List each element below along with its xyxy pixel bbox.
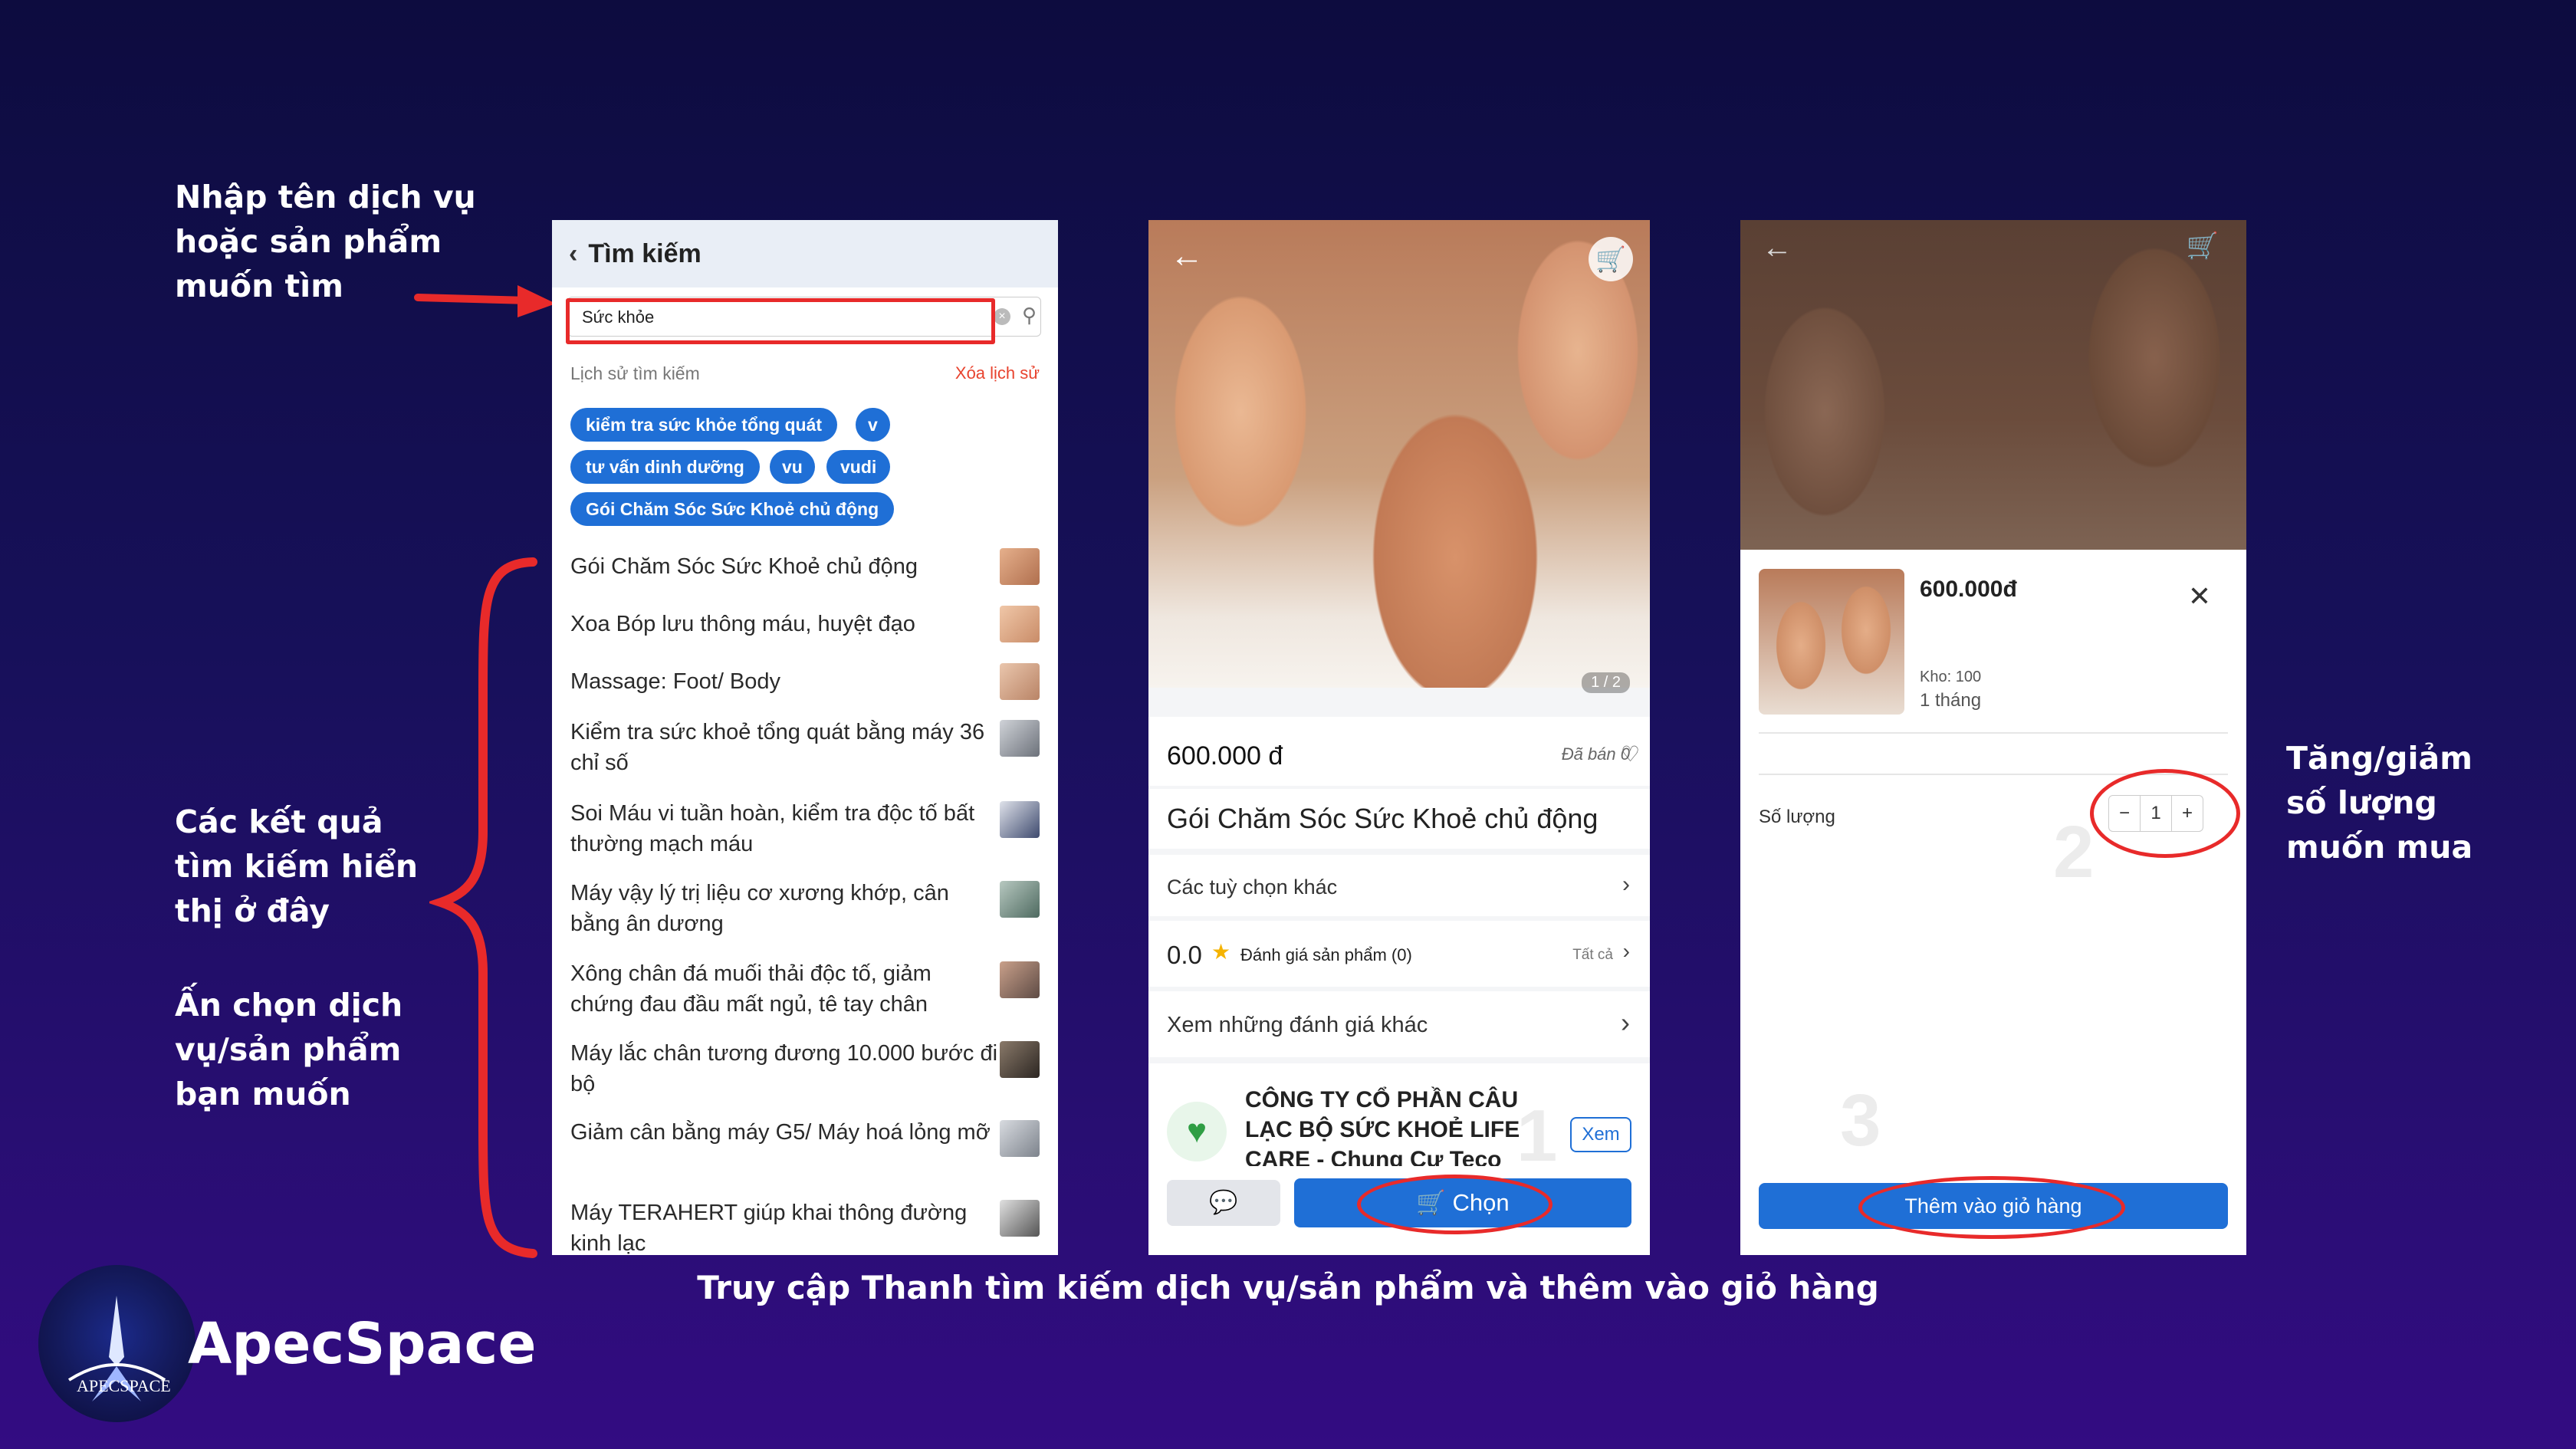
quantity-label: Số lượng (1759, 807, 1835, 827)
chevron-right-icon: › (1621, 1007, 1630, 1038)
result-item[interactable]: Xoa Bóp lưu thông máu, huyệt đạo (570, 609, 1000, 639)
dimmed-product-image (1740, 220, 2246, 550)
result-item[interactable]: Gói Chăm Sóc Sức Khoẻ chủ động (570, 551, 1000, 582)
heart-icon[interactable]: ♡ (1621, 741, 1650, 767)
rating-label: Đánh giá sản phẩm (0) (1240, 945, 1412, 964)
shop-logo-icon: ♥ (1167, 1102, 1227, 1162)
step-number: 3 (1840, 1079, 1881, 1162)
result-item[interactable]: Máy lắc chân tương đương 10.000 bước đi … (570, 1038, 1000, 1099)
view-shop-button[interactable]: Xem (1570, 1117, 1631, 1152)
history-chip[interactable]: tư vấn dinh dưỡng (570, 450, 760, 484)
search-screen: ‹ Tìm kiếm Sức khỏe × ⚲ Lịch sử tìm kiếm… (552, 220, 1058, 1255)
result-item[interactable]: Giảm cân bằng máy G5/ Máy hoá lỏng mỡ (570, 1117, 1000, 1148)
result-item[interactable]: Massage: Foot/ Body (570, 666, 1000, 697)
cart-icon[interactable]: 🛒 (2187, 231, 2219, 261)
history-chip[interactable]: kiểm tra sức khỏe tổng quát (570, 408, 838, 442)
brace-icon (429, 557, 537, 1258)
product-image (1148, 220, 1650, 688)
result-thumbnail (1000, 961, 1040, 998)
result-item[interactable]: Máy TERAHERT giúp khai thông đường kinh … (570, 1198, 1000, 1255)
chevron-right-icon: › (1622, 939, 1630, 963)
search-header: ‹ Tìm kiếm (552, 220, 1058, 288)
result-thumbnail (1000, 1200, 1040, 1237)
cart-icon[interactable]: 🛒 (1589, 237, 1633, 281)
result-item[interactable]: Kiểm tra sức khoẻ tổng quát bằng máy 36 … (570, 717, 1000, 778)
add-to-cart-highlight (1858, 1176, 2125, 1239)
variant-price: 600.000đ (1920, 577, 2017, 602)
product-price: 600.000 đ (1167, 741, 1283, 770)
history-chip[interactable]: vudi (826, 450, 891, 484)
history-chip[interactable]: vu (770, 450, 815, 484)
chat-icon: 💬 (1209, 1190, 1238, 1215)
page-caption: Truy cập Thanh tìm kiếm dịch vụ/sản phẩm… (697, 1269, 1879, 1306)
divider (1759, 732, 2228, 734)
result-thumbnail (1000, 881, 1040, 918)
chat-button[interactable]: 💬 (1167, 1180, 1280, 1226)
result-item[interactable]: Máy vậy lý trị liệu cơ xương khớp, cân b… (570, 878, 1000, 939)
search-highlight (566, 298, 995, 344)
brand-logo-text: APECSPACE (77, 1376, 171, 1395)
step-number: 1 (1516, 1095, 1558, 1177)
clear-input-icon[interactable]: × (994, 308, 1010, 325)
back-arrow-icon[interactable]: ← (1170, 237, 1204, 275)
reviews-label: Xem những đánh giá khác (1167, 1013, 1428, 1037)
annotation-results-hint: Các kết quả tìm kiếm hiển thị ở đây (175, 803, 419, 929)
add-to-cart-screen: ← 🛒 600.000đ ✕ Kho: 100 1 tháng Số lượng… (1740, 220, 2246, 1255)
quantity-highlight (2090, 769, 2240, 858)
back-chevron-icon[interactable]: ‹ (569, 239, 577, 269)
chevron-right-icon: › (1622, 872, 1630, 897)
rocket-icon (67, 1296, 166, 1401)
history-label: Lịch sử tìm kiếm (570, 363, 700, 383)
clear-history-link[interactable]: Xóa lịch sử (955, 363, 1040, 383)
product-name: Gói Chăm Sóc Sức Khoẻ chủ động (1167, 803, 1598, 834)
search-icon[interactable]: ⚲ (1022, 304, 1037, 327)
result-item[interactable]: Xông chân đá muối thải độc tố, giảm chứn… (570, 958, 1000, 1020)
shop-name: CÔNG TY CỔ PHẦN CÂU LẠC BỘ SỨC KHOẺ LIFE… (1245, 1087, 1520, 1166)
options-label: Các tuỳ chọn khác (1167, 876, 1338, 899)
brand-logo (38, 1265, 196, 1422)
product-detail-screen: ← 🛒 1 / 2 600.000 đ Đã bán 0 ♡ Gói Chăm … (1148, 220, 1650, 1255)
sold-count: Đã bán 0 (1561, 744, 1630, 764)
arrow-icon (414, 285, 556, 317)
history-chip[interactable]: v (856, 408, 890, 442)
brand-name: ApecSpace (188, 1311, 537, 1377)
result-thumbnail (1000, 548, 1040, 585)
image-counter: 1 / 2 (1582, 672, 1630, 693)
variant-thumbnail (1759, 569, 1904, 715)
history-chip[interactable]: Gói Chăm Sóc Sức Khoẻ chủ động (570, 492, 895, 526)
star-icon: ★ (1211, 940, 1231, 964)
rating-all-link[interactable]: Tất cả (1572, 947, 1613, 964)
choose-highlight (1357, 1175, 1552, 1234)
annotation-choose-hint: Ấn chọn dịch vụ/sản phẩm bạn muốn (175, 987, 403, 1112)
result-thumbnail (1000, 720, 1040, 757)
step-number: 2 (2053, 811, 2095, 893)
rating-value: 0.0 (1167, 941, 1202, 969)
result-thumbnail (1000, 1041, 1040, 1078)
result-item[interactable]: Soi Máu vi tuần hoàn, kiểm tra độc tố bấ… (570, 798, 1000, 859)
stock-label: Kho: 100 (1920, 669, 1982, 685)
result-thumbnail (1000, 606, 1040, 642)
page-title: Tìm kiếm (588, 238, 702, 268)
close-icon[interactable]: ✕ (2188, 580, 2211, 613)
duration-label: 1 tháng (1920, 690, 1982, 711)
annotation-quantity-hint: Tăng/giảm số lượng muốn mua (2286, 740, 2473, 866)
result-thumbnail (1000, 801, 1040, 838)
result-thumbnail (1000, 1120, 1040, 1157)
back-arrow-icon[interactable]: ← (1762, 231, 1792, 265)
result-thumbnail (1000, 663, 1040, 700)
